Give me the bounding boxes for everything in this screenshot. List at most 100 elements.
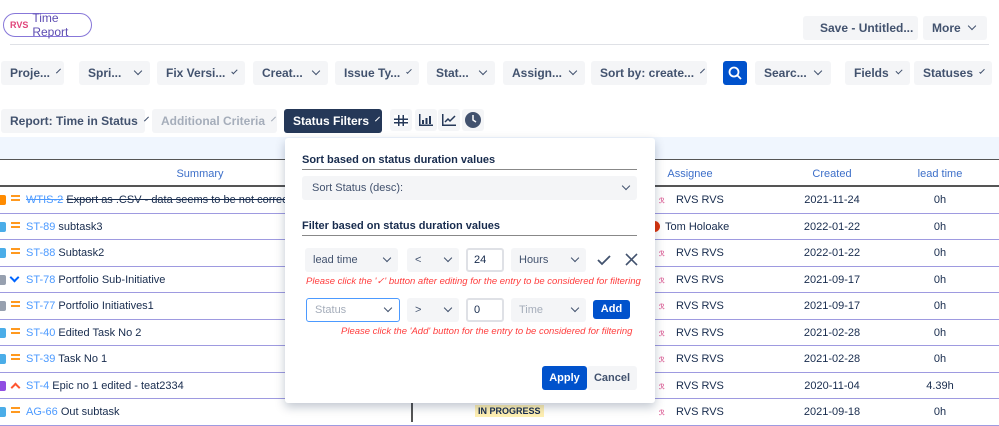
assignee-cell: ℛ RVS RVS [659,406,724,418]
chevron-down-icon [383,303,393,313]
filter-field-select[interactable]: lead time [305,248,398,272]
issue-key-link[interactable]: ST-4 [26,380,49,392]
chevron-down-icon [967,21,976,31]
issue-key-link[interactable]: ST-78 [26,274,55,286]
chevron-down-icon [443,253,453,263]
issue-summary: Epic no 1 edited - teat2334 [52,379,184,392]
assignee-cell: ℛ RVS RVS [659,300,724,312]
assignee-cell: ℛ RVS RVS [659,353,724,365]
priority-low-icon [9,272,20,282]
fields-label: Fields [854,66,889,80]
avatar: ℛ [659,383,665,391]
issue-key-link[interactable]: ST-39 [26,353,55,365]
filter-dropdown[interactable]: Proje... [1,61,64,85]
column-header-assignee[interactable]: Assignee [650,168,730,180]
filter-dropdown[interactable]: Stat... [427,61,495,85]
line-chart-icon [442,114,456,126]
report-label: Report: Time in Status [10,114,138,128]
column-header-summary[interactable]: Summary [120,168,280,180]
report-type-dropdown[interactable]: Report: Time in Status [1,109,149,133]
lead-time-cell: 0h [933,406,947,418]
filter-value-input[interactable]: 24 [466,248,504,272]
priority-medium-icon [11,407,20,413]
issue-type-icon [0,301,6,311]
apply-button[interactable]: Apply [542,366,587,390]
issue-summary: Task No 1 [58,353,108,365]
issue-summary: Portfolio Sub-Initiative [58,273,166,286]
filter-dropdown[interactable]: Creat... [253,61,328,85]
filter-dropdown[interactable]: Sort by: create... [591,61,707,85]
line-chart-button[interactable] [438,109,460,131]
created-cell: 2020-11-04 [804,379,860,392]
clock-icon [465,112,481,128]
add-filter-button[interactable]: Add [593,300,630,319]
assignee-name: RVS RVS [676,406,724,418]
avatar: ℛ [659,277,665,285]
app-logo-button[interactable]: RVS Time Report [3,11,92,39]
confirm-check-icon[interactable] [597,254,611,266]
fields-dropdown[interactable]: Fields [845,61,910,85]
save-button[interactable]: Save - Untitled... [803,16,918,40]
new-operator-value: > [415,304,422,316]
new-filter-unit-select[interactable]: Time [511,298,586,322]
issue-key-link[interactable]: ST-89 [26,221,55,233]
chevron-down-icon [311,66,321,76]
issue-key-link[interactable]: ST-88 [26,247,55,259]
filter-unit-select[interactable]: Hours [511,248,586,272]
issue-key-link[interactable]: ST-77 [26,300,55,312]
issue-key-link[interactable]: ST-40 [26,327,55,339]
priority-medium-icon [11,195,20,201]
chevron-down-icon [382,253,392,263]
assignee-cell: ℛ RVS RVS [659,274,724,286]
filter-label: Spri... [88,66,122,80]
search-dropdown[interactable]: Searc... [755,61,831,85]
remove-close-icon[interactable] [625,253,638,266]
additional-criteria-dropdown[interactable]: Additional Criteria [152,109,277,133]
statuses-dropdown[interactable]: Statuses [914,61,992,85]
filter-dropdown[interactable]: Issue Ty... [335,61,419,85]
filter-dropdown[interactable]: Fix Versi... [157,61,245,85]
chevron-down-icon [895,67,903,75]
filter-label: Stat... [436,66,469,80]
assignee-name: RVS RVS [676,300,724,312]
search-button[interactable] [723,61,747,85]
assignee-name: RVS RVS [676,273,724,286]
filter-unit-value: Hours [519,254,549,266]
filter-label: Assign... [512,66,563,80]
issue-key-link[interactable]: WTIS-2 [26,194,63,206]
issue-key-link[interactable]: AG-66 [26,406,58,418]
new-filter-status-select[interactable]: Status [306,298,400,322]
lead-time-cell: 0h [933,353,947,365]
new-filter-value-input[interactable]: 0 [466,298,504,322]
chevron-down-icon [621,181,631,191]
avatar: ℛ [659,198,665,205]
filter-operator-select[interactable]: < [407,248,459,272]
filter-field-value: lead time [313,254,358,266]
chevron-down-icon [143,116,149,122]
chevron-down-icon [443,303,453,313]
new-filter-operator-select[interactable]: > [407,298,459,322]
cancel-button[interactable]: Cancel [587,366,637,390]
column-header-created[interactable]: Created [792,168,872,180]
filter-label: Creat... [262,66,303,80]
status-filters-popover: Sort based on status duration values Sor… [285,138,655,403]
status-filters-button[interactable]: Status Filters [284,109,382,133]
avatar: ℛ [659,304,665,311]
issue-summary: Portfolio Initiatives1 [58,300,154,312]
filter-dropdown[interactable]: Spri... [79,61,150,85]
sort-status-select[interactable]: Sort Status (desc): [302,176,637,200]
filter-dropdown[interactable]: Assign... [503,61,585,85]
search-dropdown-label: Searc... [764,66,807,80]
issue-type-icon [0,327,6,338]
avatar: ℛ [659,357,665,364]
more-button[interactable]: More [923,16,987,40]
filter-label: Issue Ty... [344,66,401,80]
column-header-lead-time[interactable]: lead time [900,168,980,180]
time-view-button[interactable] [462,109,484,131]
more-label: More [932,21,961,35]
lead-time-cell: 0h [933,273,947,286]
filter-label: Proje... [10,66,51,80]
bar-chart-button[interactable] [415,109,437,131]
table-view-button[interactable] [390,109,412,131]
priority-medium-icon [11,301,20,307]
